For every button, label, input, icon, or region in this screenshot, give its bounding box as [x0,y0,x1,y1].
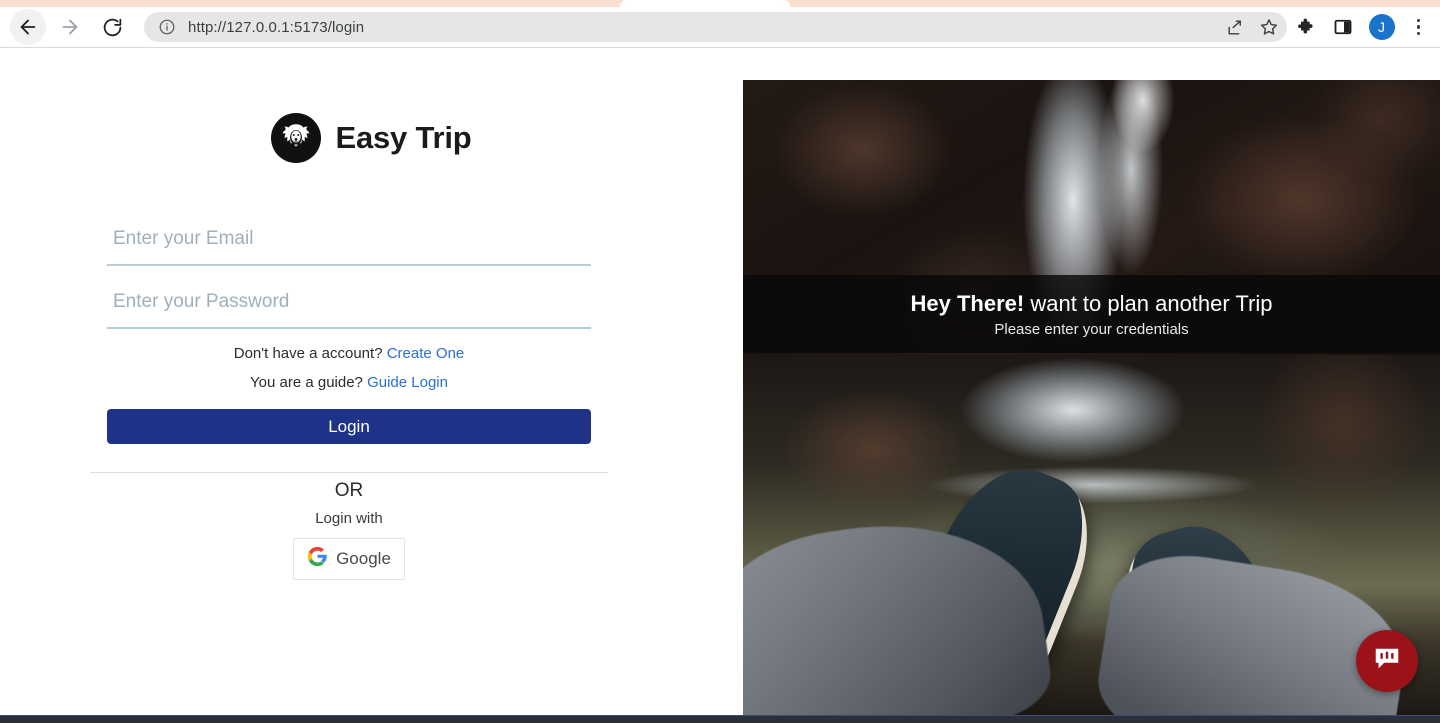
waterfall-photo-bottom [743,355,1440,716]
hero-banner-title-strong: Hey There! [910,290,1025,316]
reload-button[interactable] [94,9,130,45]
address-bar[interactable]: http://127.0.0.1:5173/login [144,12,1287,42]
guide-login-link[interactable]: Guide Login [367,374,448,391]
tab-strip [0,0,1440,7]
or-label: OR [334,480,364,501]
active-tab[interactable] [620,0,790,7]
status-bar [0,716,1440,723]
side-panel-icon[interactable] [1333,17,1353,37]
back-arrow-icon [17,16,39,38]
back-button[interactable] [10,9,46,45]
google-g-icon [307,546,328,572]
three-dot-menu-icon[interactable] [1411,17,1427,38]
url-text: http://127.0.0.1:5173/login [188,18,365,36]
hero-image-panel: Hey There! want to plan another Trip Ple… [743,80,1440,716]
profile-avatar[interactable]: J [1368,14,1395,40]
signup-row: Don't have a account? Create One [107,345,591,362]
lion-head-logo-icon [271,113,322,163]
guide-prompt: You are a guide? [250,374,363,391]
hero-banner-subtitle: Please enter your credentials [994,320,1189,338]
or-divider [90,472,608,473]
login-with-label: Login with [315,510,383,527]
email-input[interactable] [107,220,591,266]
brand-header: Easy Trip [0,113,743,163]
login-form: Don't have a account? Create One You are… [90,220,608,580]
puzzle-piece-icon[interactable] [1297,17,1317,37]
forward-arrow-icon [59,16,81,38]
google-button-label: Google [336,549,391,568]
page-viewport: Easy Trip Don't have a account? Create O… [0,80,1440,716]
guide-row: You are a guide? Guide Login [107,374,591,391]
hero-banner-title-rest: want to plan another Trip [1030,290,1273,316]
login-panel: Easy Trip Don't have a account? Create O… [0,80,743,716]
chat-bubble-icon [1372,644,1402,679]
browser-toolbar: http://127.0.0.1:5173/login J [0,7,1440,48]
login-button[interactable]: Login [107,409,591,444]
create-one-link[interactable]: Create One [387,345,465,362]
info-circle-icon[interactable] [158,18,176,36]
forward-button[interactable] [52,9,88,45]
password-input[interactable] [107,283,591,329]
chat-widget-button[interactable] [1356,630,1418,692]
brand-name: Easy Trip [335,120,472,155]
reload-icon [102,17,123,38]
hero-banner: Hey There! want to plan another Trip Ple… [743,275,1440,353]
browser-window: http://127.0.0.1:5173/login J Easy Trip … [0,0,1440,723]
google-login-button[interactable]: Google [293,538,405,580]
share-icon[interactable] [1226,18,1245,37]
signup-prompt: Don't have a account? [233,345,383,362]
star-icon[interactable] [1259,17,1279,37]
hero-banner-title: Hey There! want to plan another Trip [911,291,1273,317]
